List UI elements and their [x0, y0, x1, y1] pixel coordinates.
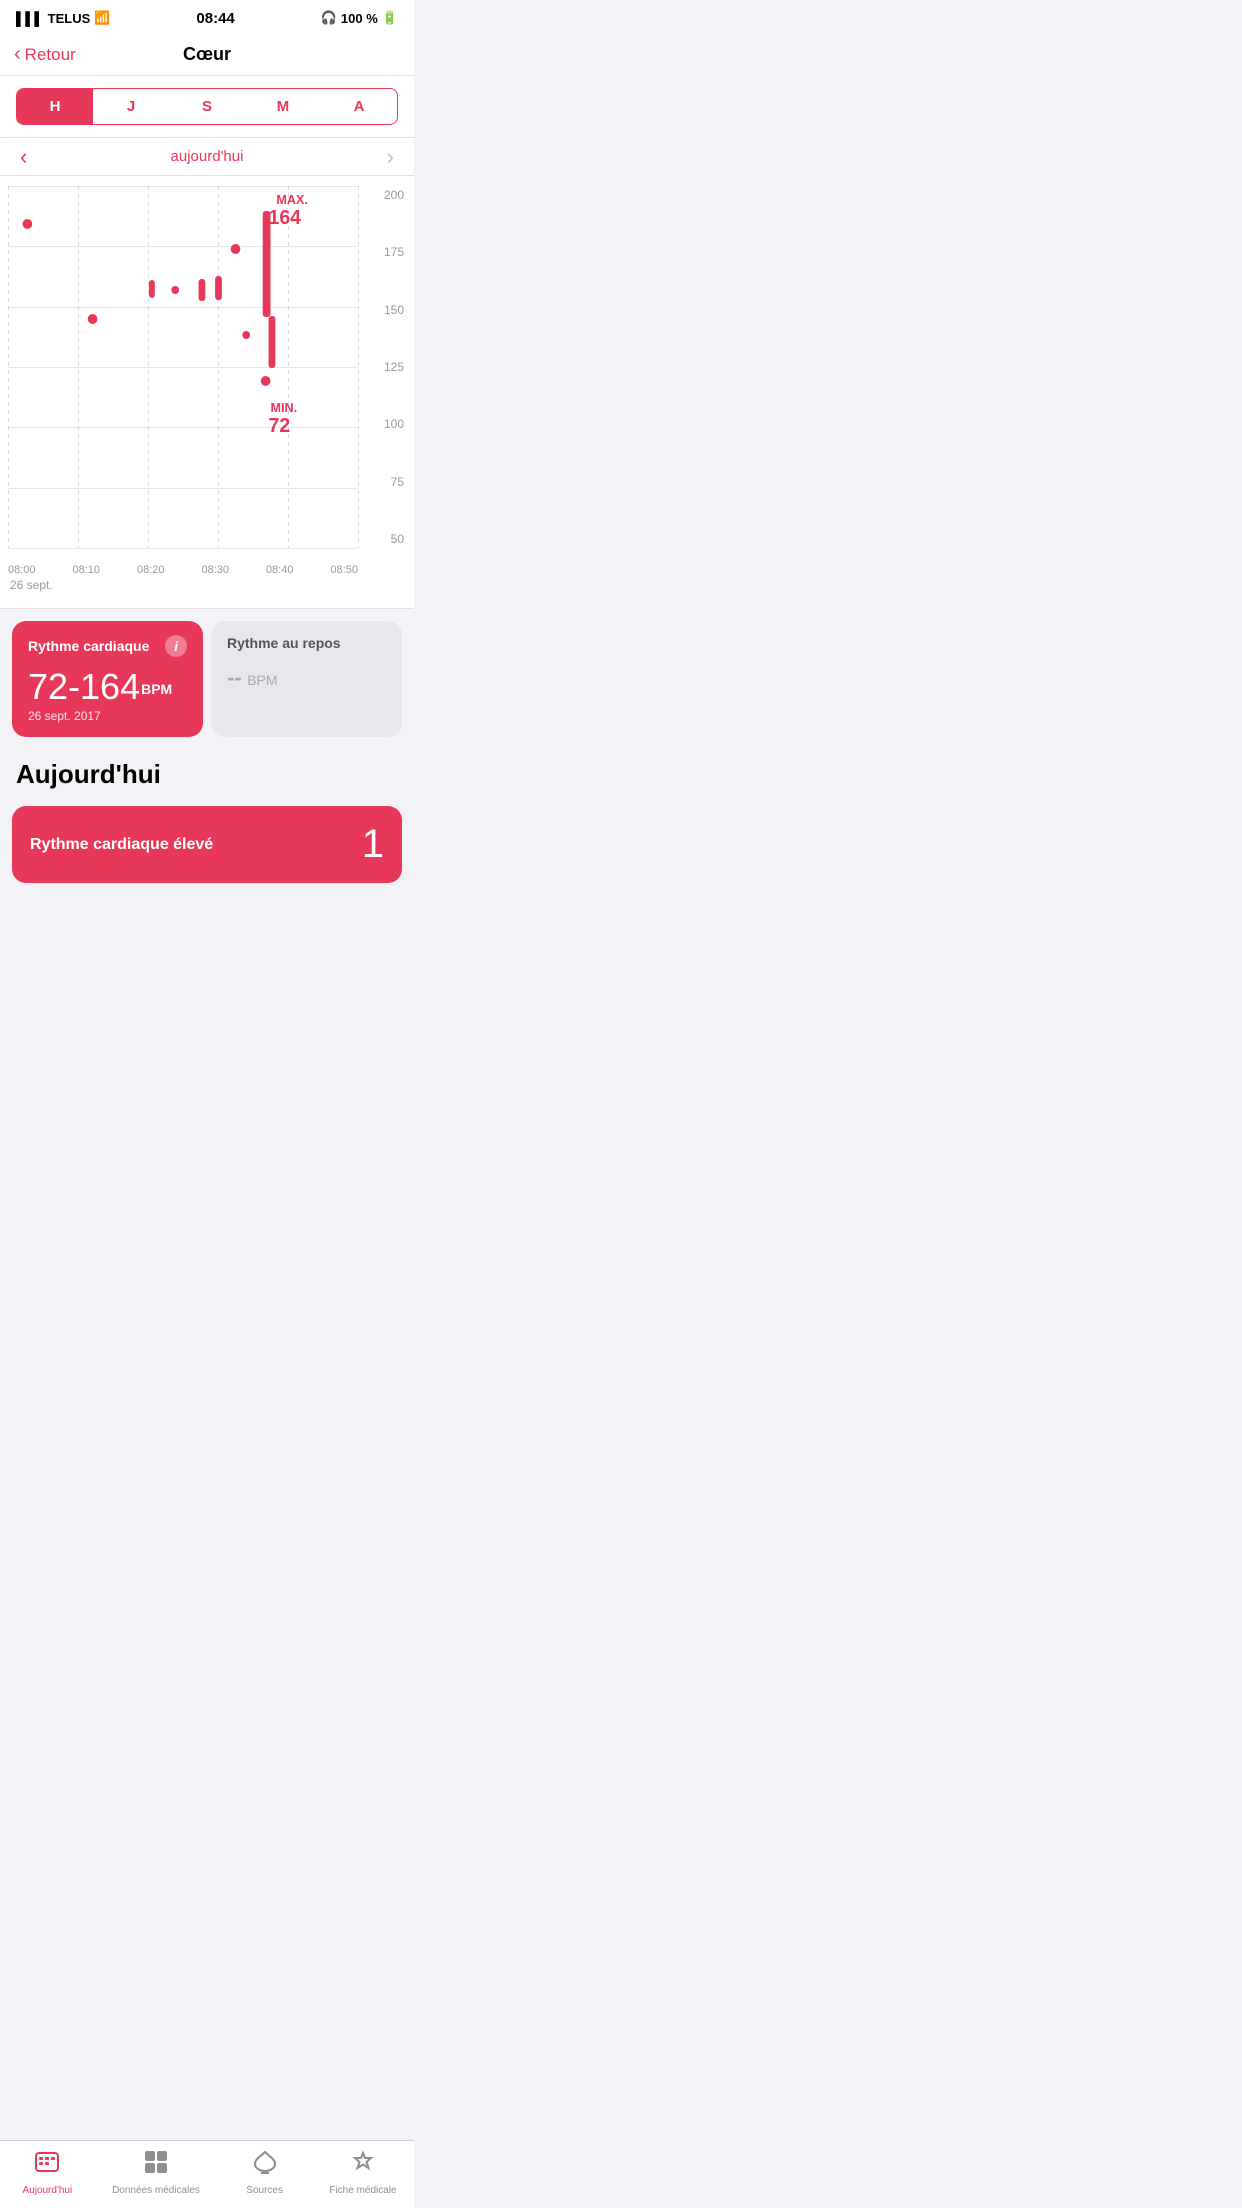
- rythme-repos-card[interactable]: Rythme au repos -- BPM: [211, 621, 402, 737]
- svg-text:MIN.: MIN.: [271, 400, 298, 415]
- y-label-75: 75: [360, 475, 404, 489]
- period-tabs-section: H J S M A: [0, 76, 414, 138]
- y-label-200: 200: [360, 188, 404, 202]
- tab-bar-donnees[interactable]: Données médicales: [112, 2149, 200, 2196]
- rythme-card-title-row: Rythme cardiaque i: [28, 635, 187, 657]
- today-heading: Aujourd'hui: [16, 759, 398, 790]
- tab-bar: Aujourd'hui Données médicales Sources: [0, 2140, 414, 2208]
- page-title: Cœur: [183, 44, 231, 65]
- chart-date-label: 26 sept.: [0, 576, 414, 598]
- today-section: Aujourd'hui: [0, 749, 414, 796]
- today-card-value: 1: [362, 822, 384, 867]
- status-carrier: ▌▌▌ TELUS 📶: [16, 10, 110, 26]
- tab-bar-fiche[interactable]: Fiche médicale: [329, 2149, 396, 2196]
- heart-rate-chart: MAX. 164 MIN. 72 08:00 08:10 08:20 08:30…: [0, 176, 414, 609]
- tab-m[interactable]: M: [245, 89, 321, 124]
- next-date-button[interactable]: ›: [387, 144, 394, 170]
- y-label-125: 125: [360, 360, 404, 374]
- y-label-100: 100: [360, 417, 404, 431]
- svg-text:72: 72: [269, 415, 291, 437]
- back-chevron-icon: ‹: [14, 43, 21, 66]
- chart-svg: MAX. 164 MIN. 72: [8, 186, 358, 548]
- current-date-label: aujourd'hui: [171, 148, 244, 165]
- status-battery: 🎧 100 % 🔋: [321, 10, 398, 26]
- signal-icon: ▌▌▌: [16, 11, 44, 26]
- tab-h[interactable]: H: [17, 89, 93, 124]
- tab-aujourdhui-label: Aujourd'hui: [22, 2185, 72, 2196]
- status-time: 08:44: [196, 10, 234, 27]
- x-label-0850: 08:50: [330, 564, 358, 576]
- tab-donnees-label: Données médicales: [112, 2185, 200, 2196]
- today-card-label: Rythme cardiaque élevé: [30, 836, 213, 854]
- x-label-0820: 08:20: [137, 564, 165, 576]
- tab-donnees-icon: [143, 2149, 169, 2182]
- rythme-info-button[interactable]: i: [165, 635, 187, 657]
- status-bar: ▌▌▌ TELUS 📶 08:44 🎧 100 % 🔋: [0, 0, 414, 36]
- repos-card-title-label: Rythme au repos: [227, 635, 341, 651]
- y-label-50: 50: [360, 532, 404, 546]
- tab-fiche-label: Fiche médicale: [329, 2185, 396, 2196]
- rythme-card-value: 72-164BPM: [28, 669, 187, 705]
- rythme-card-date: 26 sept. 2017: [28, 709, 187, 723]
- tab-j[interactable]: J: [93, 89, 169, 124]
- x-label-0800: 08:00: [8, 564, 36, 576]
- headphone-icon: 🎧: [321, 10, 337, 26]
- x-label-0830: 08:30: [201, 564, 229, 576]
- date-nav: ‹ aujourd'hui ›: [0, 138, 414, 176]
- prev-date-button[interactable]: ‹: [20, 144, 27, 170]
- tab-aujourdhui-icon: [34, 2149, 60, 2182]
- tab-sources-label: Sources: [246, 2185, 283, 2196]
- rythme-cardiaque-card[interactable]: Rythme cardiaque i 72-164BPM 26 sept. 20…: [12, 621, 203, 737]
- metric-cards-row: Rythme cardiaque i 72-164BPM 26 sept. 20…: [0, 609, 414, 749]
- x-label-0840: 08:40: [266, 564, 294, 576]
- repos-card-value: -- BPM: [227, 665, 386, 691]
- nav-bar: ‹ Retour Cœur: [0, 36, 414, 76]
- x-label-0810: 08:10: [72, 564, 100, 576]
- tab-bar-aujourdhui[interactable]: Aujourd'hui: [17, 2149, 77, 2196]
- period-tab-row: H J S M A: [16, 88, 398, 125]
- battery-icon: 🔋: [382, 10, 398, 26]
- tab-sources-icon: [252, 2149, 278, 2182]
- repos-card-title-row: Rythme au repos: [227, 635, 386, 651]
- y-label-175: 175: [360, 245, 404, 259]
- tab-fiche-icon: [350, 2149, 376, 2182]
- back-button[interactable]: ‹ Retour: [14, 43, 76, 66]
- rythme-card-title-label: Rythme cardiaque: [28, 638, 149, 654]
- y-label-150: 150: [360, 303, 404, 317]
- tab-bar-sources[interactable]: Sources: [235, 2149, 295, 2196]
- tab-s[interactable]: S: [169, 89, 245, 124]
- wifi-icon: 📶: [94, 10, 110, 26]
- today-card[interactable]: Rythme cardiaque élevé 1: [12, 806, 402, 883]
- svg-text:164: 164: [269, 207, 301, 229]
- tab-a[interactable]: A: [321, 89, 397, 124]
- svg-text:MAX.: MAX.: [276, 192, 308, 207]
